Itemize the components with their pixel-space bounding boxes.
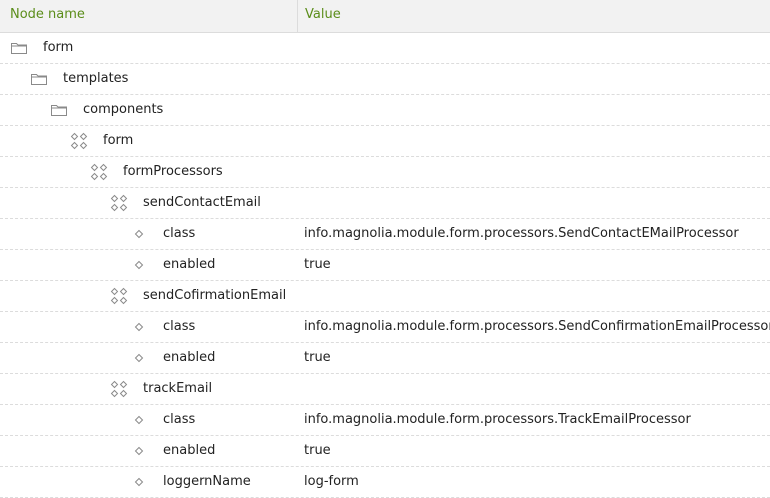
- tree-row[interactable]: class info.magnolia.module.form.processor…: [0, 405, 770, 436]
- node-name: formProcessors: [123, 164, 223, 179]
- node-name: enabled: [163, 257, 216, 272]
- node-name: form: [43, 40, 74, 55]
- column-header-node-name[interactable]: Node name: [0, 0, 298, 32]
- folder-icon: [30, 71, 48, 87]
- property-icon: [130, 474, 148, 490]
- folder-icon: [10, 40, 28, 56]
- property-icon: [130, 412, 148, 428]
- property-icon: [130, 226, 148, 242]
- node-value: true: [304, 350, 331, 365]
- node-name: form: [103, 133, 134, 148]
- folder-icon: [50, 102, 68, 118]
- tree-row[interactable]: enabled true: [0, 343, 770, 374]
- tree-row[interactable]: sendCofirmationEmail: [0, 281, 770, 312]
- property-icon: [130, 257, 148, 273]
- property-icon: [130, 350, 148, 366]
- tree-row[interactable]: formProcessors: [0, 157, 770, 188]
- node-value: true: [304, 257, 331, 272]
- table-body: form templates components form formProcessor…: [0, 33, 770, 498]
- node-value: info.magnolia.module.form.processors.Sen…: [304, 319, 770, 334]
- node-name: enabled: [163, 350, 216, 365]
- node-icon: [110, 194, 128, 212]
- node-icon: [110, 287, 128, 305]
- node-name: loggernName: [163, 474, 251, 489]
- node-name: trackEmail: [143, 381, 213, 396]
- tree-row[interactable]: enabled true: [0, 436, 770, 467]
- node-name: sendContactEmail: [143, 195, 261, 210]
- node-value: true: [304, 443, 331, 458]
- property-icon: [130, 319, 148, 335]
- tree-row[interactable]: trackEmail: [0, 374, 770, 405]
- node-icon: [90, 163, 108, 181]
- tree-table: Node name Value form templates components f…: [0, 0, 770, 498]
- tree-row[interactable]: form: [0, 126, 770, 157]
- node-name: class: [163, 412, 196, 427]
- node-icon: [110, 380, 128, 398]
- tree-row[interactable]: components: [0, 95, 770, 126]
- node-name: templates: [63, 71, 129, 86]
- node-name: enabled: [163, 443, 216, 458]
- table-header: Node name Value: [0, 0, 770, 33]
- node-name: class: [163, 226, 196, 241]
- tree-row[interactable]: class info.magnolia.module.form.processor…: [0, 312, 770, 343]
- tree-row[interactable]: loggernName log-form: [0, 467, 770, 498]
- node-value: info.magnolia.module.form.processors.Tra…: [304, 412, 691, 427]
- node-name: class: [163, 319, 196, 334]
- tree-row[interactable]: class info.magnolia.module.form.processor…: [0, 219, 770, 250]
- tree-row[interactable]: enabled true: [0, 250, 770, 281]
- node-value: log-form: [304, 474, 359, 489]
- tree-row[interactable]: form: [0, 33, 770, 64]
- node-name: components: [83, 102, 164, 117]
- node-icon: [70, 132, 88, 150]
- property-icon: [130, 443, 148, 459]
- tree-row[interactable]: templates: [0, 64, 770, 95]
- tree-row[interactable]: sendContactEmail: [0, 188, 770, 219]
- node-name: sendCofirmationEmail: [143, 288, 287, 303]
- column-header-value[interactable]: Value: [299, 0, 341, 32]
- node-value: info.magnolia.module.form.processors.Sen…: [304, 226, 739, 241]
